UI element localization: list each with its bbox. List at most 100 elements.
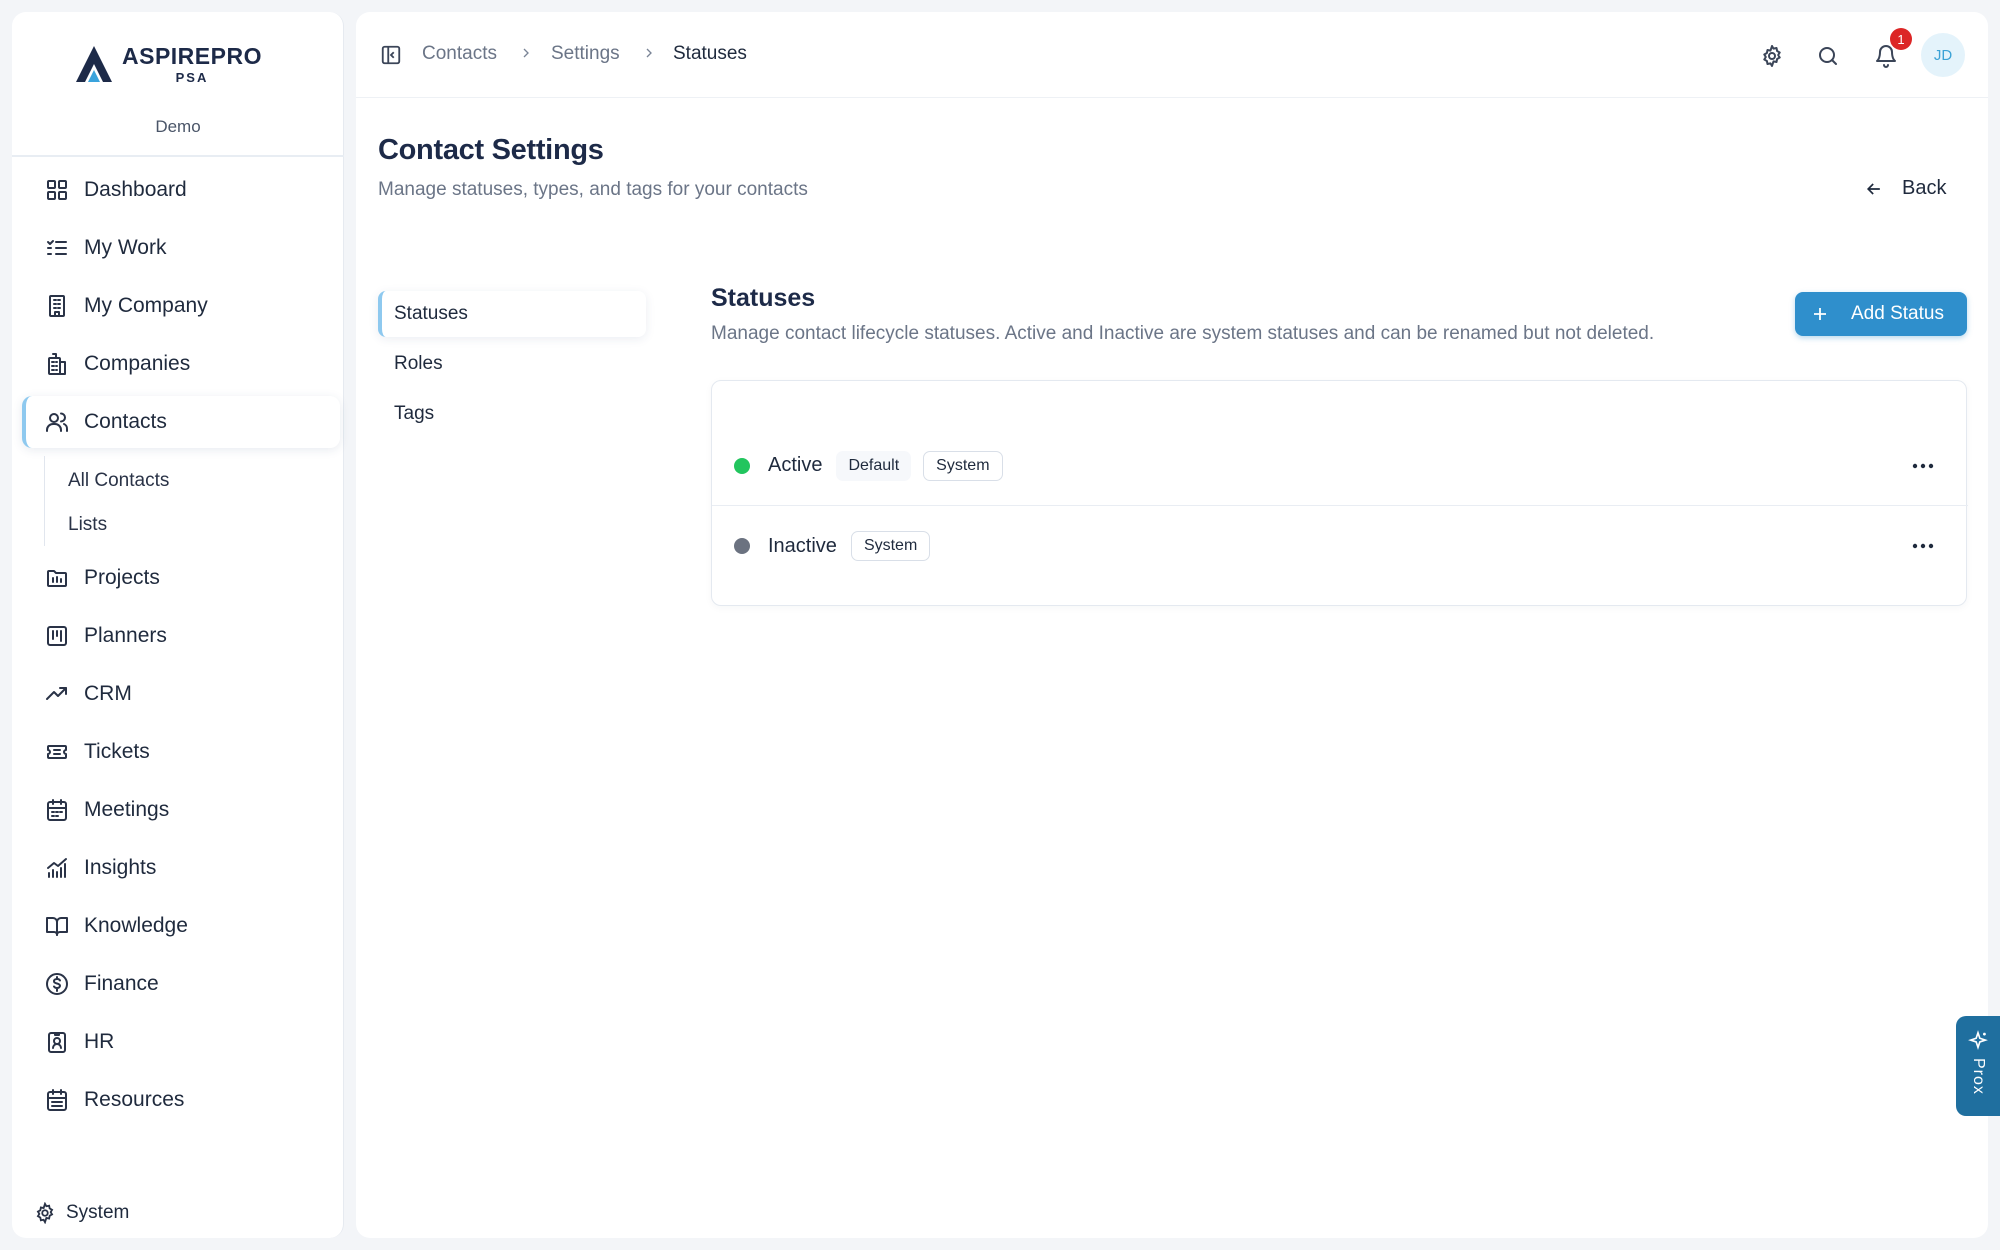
sidebar-item-companies[interactable]: Companies bbox=[22, 338, 340, 390]
section-subtitle: Manage contact lifecycle statuses. Activ… bbox=[711, 323, 1655, 344]
status-list: Active Default System Inactive System bbox=[711, 380, 1968, 606]
sidebar-subitem-lists[interactable]: Lists bbox=[68, 514, 107, 536]
org-name: Demo bbox=[155, 117, 201, 136]
row-actions-button[interactable] bbox=[1908, 531, 1938, 561]
badge-icon bbox=[44, 1029, 70, 1055]
logo-mark-icon bbox=[76, 46, 112, 82]
chart-icon bbox=[44, 855, 70, 881]
sidebar-item-label: Planners bbox=[84, 624, 167, 647]
sidebar-item-label: My Company bbox=[84, 294, 208, 317]
sidebar-item-my-company[interactable]: My Company bbox=[22, 280, 340, 332]
sidebar-item-label: Finance bbox=[84, 972, 159, 995]
sidebar-item-resources[interactable]: Resources bbox=[22, 1074, 340, 1126]
sidebar-item-dashboard[interactable]: Dashboard bbox=[22, 164, 340, 216]
system-badge: System bbox=[850, 531, 931, 561]
checklist-icon bbox=[44, 235, 70, 261]
more-horizontal-icon bbox=[1912, 543, 1934, 549]
tab-statuses[interactable]: Statuses bbox=[378, 291, 646, 337]
status-name: Active bbox=[768, 454, 823, 476]
sidebar-item-label: Projects bbox=[84, 566, 160, 589]
companies-icon bbox=[44, 351, 70, 377]
calendar-grid-icon bbox=[44, 1087, 70, 1113]
sidebar-item-label: HR bbox=[84, 1030, 115, 1053]
sidebar-item-label: Insights bbox=[84, 856, 157, 879]
brand-sub: PSA bbox=[175, 69, 209, 85]
page-title: Contact Settings bbox=[378, 134, 604, 166]
row-actions-button[interactable] bbox=[1908, 451, 1938, 481]
status-name: Inactive bbox=[768, 534, 837, 557]
sidebar-item-label: Companies bbox=[84, 352, 191, 375]
users-icon bbox=[44, 409, 70, 435]
arrow-left-icon bbox=[1866, 182, 1880, 195]
status-row-active: Active Default System bbox=[712, 426, 1968, 506]
assistant-label: Prox bbox=[1970, 1058, 1987, 1095]
status-row-inactive: Inactive System bbox=[712, 506, 1968, 586]
sidebar-item-finance[interactable]: Finance bbox=[22, 958, 340, 1010]
brand-logo[interactable]: ASPIREPRO PSA bbox=[72, 42, 262, 86]
more-horizontal-icon bbox=[1912, 463, 1934, 468]
main-content: Contacts Settings Statuses 1 JD Contact … bbox=[356, 12, 1988, 1238]
breadcrumb-contacts[interactable]: Contacts bbox=[422, 43, 497, 65]
tab-roles[interactable]: Roles bbox=[378, 341, 646, 387]
section-title: Statuses bbox=[711, 284, 816, 312]
sidebar-item-label: My Work bbox=[84, 236, 167, 259]
sidebar-item-contacts[interactable]: Contacts bbox=[22, 396, 340, 448]
sidebar-item-label: Knowledge bbox=[84, 914, 188, 937]
sidebar-item-label: Meetings bbox=[84, 798, 170, 821]
sidebar-item-knowledge[interactable]: Knowledge bbox=[22, 900, 340, 952]
sidebar-item-meetings[interactable]: Meetings bbox=[22, 784, 340, 836]
avatar[interactable]: JD bbox=[1921, 33, 1965, 77]
sidebar-item-system[interactable]: System bbox=[34, 1202, 129, 1224]
add-status-button[interactable]: Add Status bbox=[1795, 292, 1967, 336]
sidebar-subitem-all-contacts[interactable]: All Contacts bbox=[68, 470, 169, 492]
sidebar-item-label: Resources bbox=[84, 1088, 185, 1111]
system-badge: System bbox=[923, 450, 1003, 481]
back-button[interactable]: Back bbox=[1864, 177, 1946, 200]
breadcrumb-statuses: Statuses bbox=[673, 43, 747, 64]
breadcrumb-settings[interactable]: Settings bbox=[551, 43, 620, 65]
default-badge: Default bbox=[836, 450, 912, 481]
status-color-dot bbox=[734, 538, 750, 554]
sidebar-item-projects[interactable]: Projects bbox=[22, 552, 340, 604]
trend-icon bbox=[44, 681, 70, 707]
sidebar-item-planners[interactable]: Planners bbox=[22, 610, 340, 662]
sidebar-item-label: Contacts bbox=[84, 410, 167, 433]
sidebar-item-insights[interactable]: Insights bbox=[22, 842, 340, 894]
topbar: Contacts Settings Statuses 1 JD bbox=[356, 12, 1988, 98]
book-icon bbox=[44, 913, 70, 939]
dollar-icon bbox=[44, 971, 70, 997]
sidebar-item-label: Tickets bbox=[84, 740, 150, 763]
back-button-label: Back bbox=[1902, 177, 1947, 199]
status-color-dot bbox=[734, 457, 750, 474]
sidebar-header: ASPIREPRO PSA Demo bbox=[12, 12, 344, 157]
submenu-line bbox=[44, 456, 45, 546]
search-button[interactable] bbox=[1814, 42, 1842, 70]
tab-tags[interactable]: Tags bbox=[378, 391, 646, 437]
kanban-icon bbox=[44, 623, 70, 649]
gear-icon bbox=[36, 1202, 54, 1224]
plus-icon bbox=[1814, 308, 1826, 320]
assistant-launcher-button[interactable]: Prox bbox=[1956, 1016, 2000, 1116]
sidebar-item-label: System bbox=[66, 1202, 130, 1223]
folder-icon bbox=[44, 565, 70, 591]
building-icon bbox=[44, 293, 70, 319]
gear-icon bbox=[1763, 45, 1781, 67]
notification-count-badge: 1 bbox=[1890, 28, 1912, 50]
ticket-icon bbox=[44, 739, 70, 765]
sidebar-item-my-work[interactable]: My Work bbox=[22, 222, 340, 274]
sidebar-item-tickets[interactable]: Tickets bbox=[22, 726, 340, 778]
page-subtitle: Manage statuses, types, and tags for you… bbox=[378, 179, 808, 200]
sidebar-toggle-button[interactable] bbox=[380, 44, 402, 66]
panel-left-icon bbox=[381, 45, 401, 65]
brand-name: ASPIREPRO bbox=[122, 42, 262, 69]
sidebar: ASPIREPRO PSA Demo Dashboard My Work My … bbox=[12, 12, 344, 1238]
sidebar-item-crm[interactable]: CRM bbox=[22, 668, 340, 720]
chevron-right-icon bbox=[641, 45, 657, 61]
sidebar-item-hr[interactable]: HR bbox=[22, 1016, 340, 1068]
sidebar-item-label: CRM bbox=[84, 682, 132, 705]
sidebar-item-label: Dashboard bbox=[84, 178, 187, 201]
settings-button[interactable] bbox=[1758, 42, 1786, 70]
calendar-icon bbox=[44, 797, 70, 823]
add-status-label: Add Status bbox=[1851, 303, 1944, 324]
sparkle-icon bbox=[1968, 1030, 1988, 1051]
